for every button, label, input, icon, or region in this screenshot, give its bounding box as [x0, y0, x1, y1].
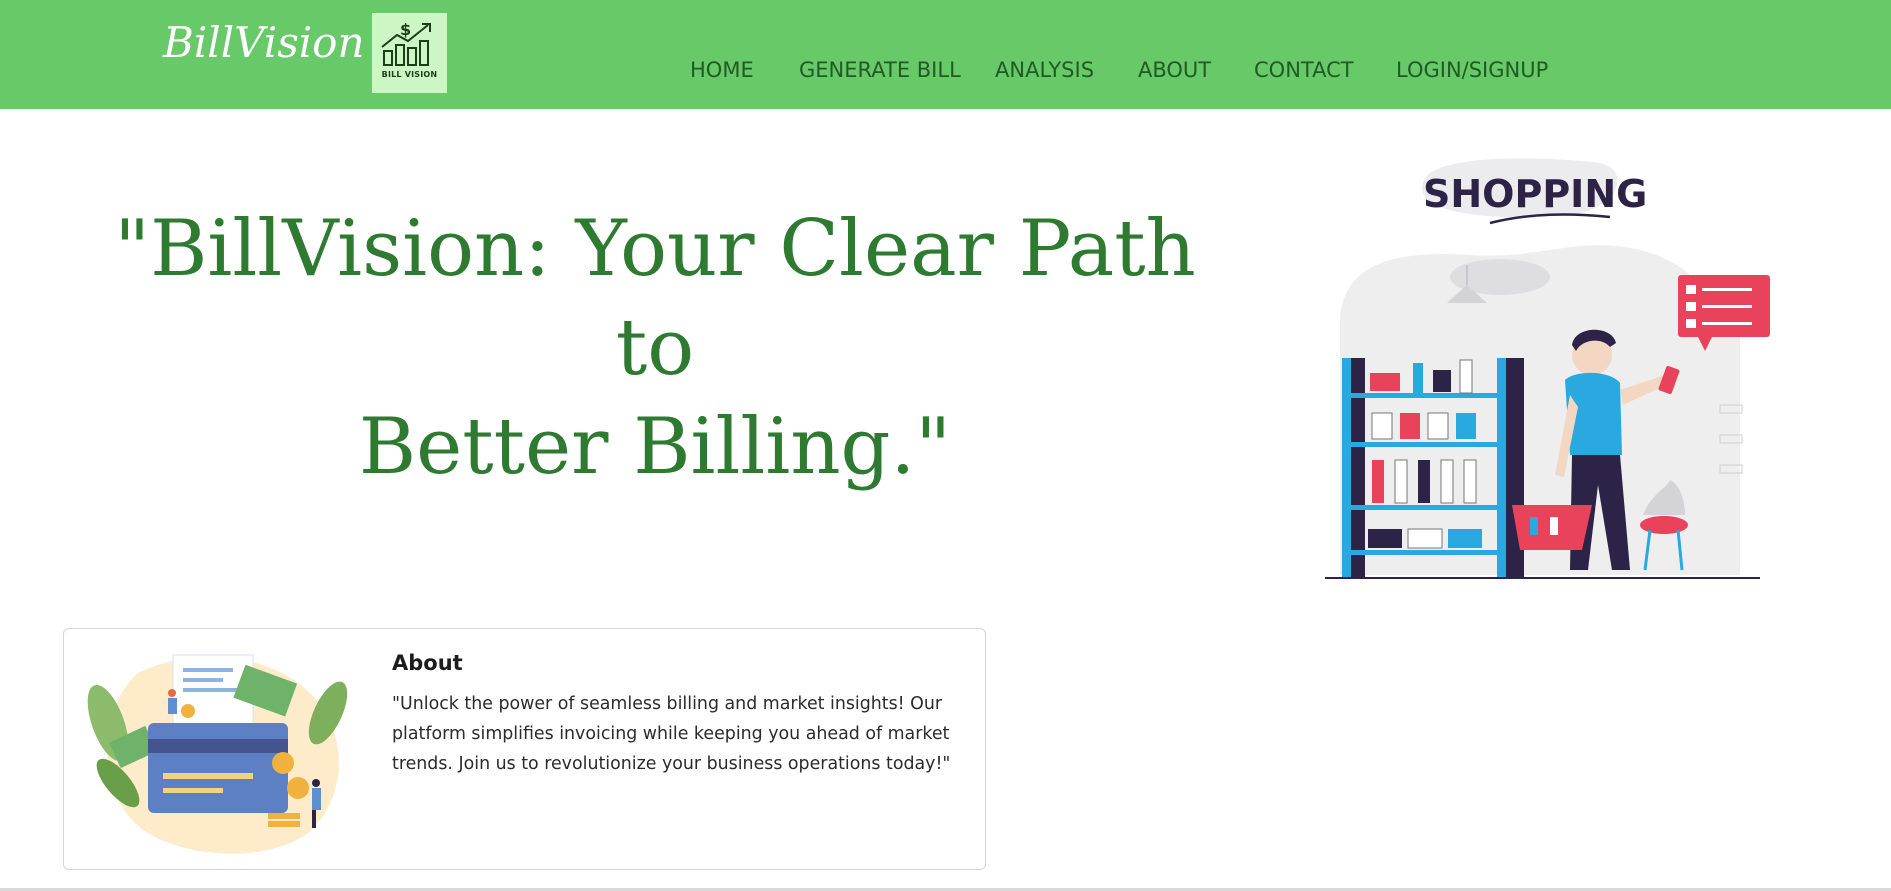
hero-headline-line-2: Better Billing."	[358, 402, 952, 492]
nav-login-signup[interactable]: LOGIN/SIGNUP	[1396, 58, 1548, 82]
illustration-title: SHOPPING	[1423, 172, 1647, 216]
brand-logo[interactable]: $ BILL VISION	[372, 13, 447, 93]
nav-home[interactable]: HOME	[690, 58, 754, 82]
nav-contact[interactable]: CONTACT	[1254, 58, 1354, 82]
hero-headline-line-1: "BillVision: Your Clear Path to	[114, 204, 1196, 393]
svg-text:$: $	[400, 20, 411, 39]
growth-chart-icon: $	[381, 20, 431, 66]
about-title: About	[392, 651, 463, 675]
brand-name[interactable]: BillVision	[163, 18, 365, 67]
navbar: BillVision $ BILL VISION HOME GENERATE B…	[0, 0, 1891, 109]
nav-generate-bill[interactable]: GENERATE BILL	[799, 58, 961, 82]
logo-text: BILL VISION	[381, 70, 438, 79]
nav-analysis[interactable]: ANALYSIS	[995, 58, 1094, 82]
hero-headline: "BillVision: Your Clear Path to Better B…	[80, 200, 1230, 497]
about-card: About "Unlock the power of seamless bill…	[63, 628, 986, 870]
shopping-illustration: SHOPPING	[1325, 158, 1770, 579]
billing-card-illustration	[87, 654, 348, 854]
about-text: "Unlock the power of seamless billing an…	[392, 694, 951, 774]
nav-about[interactable]: ABOUT	[1138, 58, 1211, 82]
